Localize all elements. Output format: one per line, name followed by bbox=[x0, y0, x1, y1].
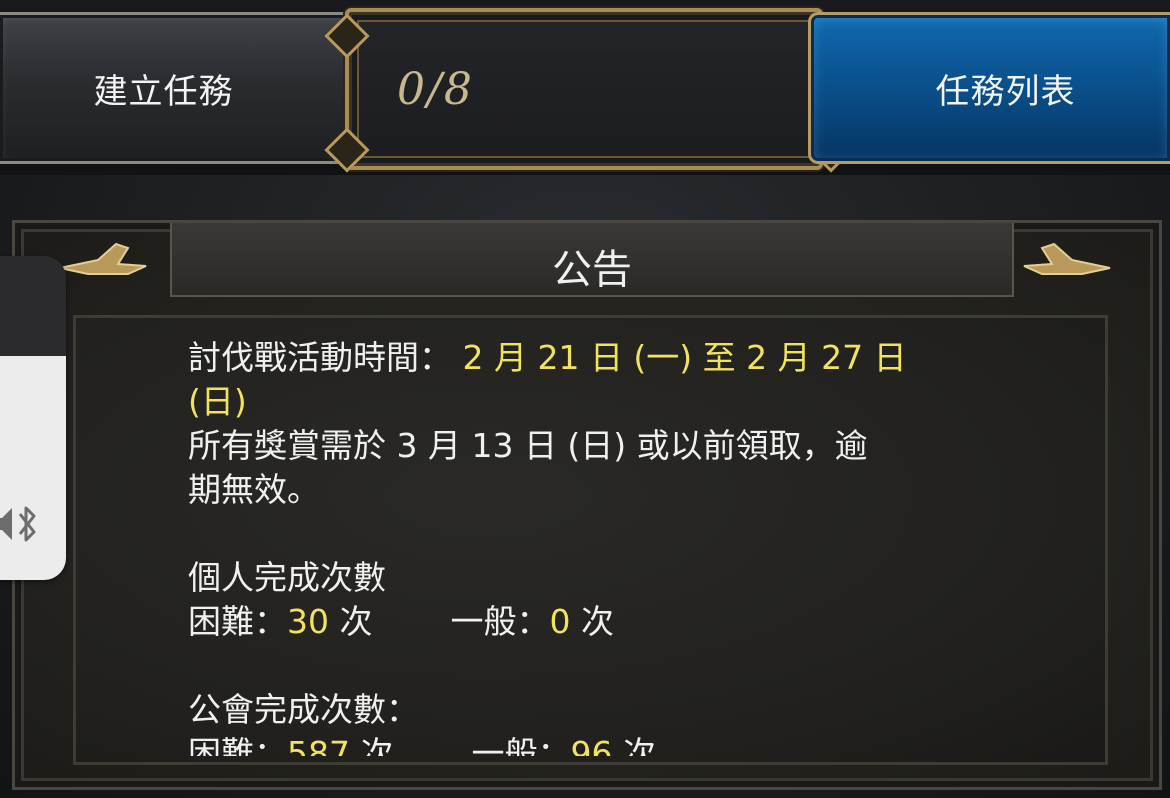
personal-normal-label: 一般： bbox=[450, 602, 550, 641]
reward-deadline-line: 所有獎賞需於 3 月 13 日 (日) 或以前領取，逾 bbox=[188, 426, 868, 465]
personal-heading: 個人完成次數 bbox=[188, 558, 386, 597]
gold-ornament-left-icon bbox=[59, 242, 147, 275]
task-list-button[interactable]: 任務列表 bbox=[808, 12, 1170, 164]
notice-header: 公告 bbox=[170, 223, 1014, 297]
guild-normal-label: 一般： bbox=[471, 734, 571, 756]
notice-content-panel[interactable]: 討伐戰活動時間： 2 月 21 日 (一) 至 2 月 27 日 (日) 所有獎… bbox=[73, 315, 1108, 765]
guild-heading: 公會完成次數： bbox=[188, 690, 419, 729]
event-time-value: 2 月 21 日 (一) 至 2 月 27 日 bbox=[452, 338, 907, 377]
guild-hard-value: 587 bbox=[287, 734, 350, 756]
bluetooth-icon bbox=[18, 506, 36, 542]
guild-hard-label: 困難： bbox=[188, 734, 287, 756]
guild-counts: 困難：587 次 一般：96 次 bbox=[188, 732, 1008, 756]
top-bar: 建立任務 0/8 任務列表 bbox=[0, 0, 1170, 175]
event-time-label: 討伐戰活動時間： bbox=[188, 338, 452, 377]
notice-board: 公告 討伐戰活動時間： 2 月 21 日 (一) 至 2 月 27 日 (日) … bbox=[12, 220, 1162, 790]
personal-normal-unit: 次 bbox=[570, 602, 614, 641]
personal-normal-value: 0 bbox=[549, 602, 571, 641]
reward-deadline-line-2: 期無效。 bbox=[188, 470, 320, 509]
side-pull-tab[interactable] bbox=[0, 256, 66, 580]
event-time-value-2: (日) bbox=[188, 382, 247, 421]
notice-text: 討伐戰活動時間： 2 月 21 日 (一) 至 2 月 27 日 (日) 所有獎… bbox=[188, 336, 1008, 756]
gold-ornament-right-icon bbox=[1023, 242, 1111, 275]
personal-counts: 困難：30 次一般：0 次 bbox=[188, 600, 1008, 644]
notice-title: 公告 bbox=[552, 247, 632, 293]
guild-hard-unit: 次 bbox=[350, 734, 394, 756]
personal-hard-unit: 次 bbox=[329, 602, 373, 641]
guild-normal-unit: 次 bbox=[612, 734, 656, 756]
event-time-line: 討伐戰活動時間： 2 月 21 日 (一) 至 2 月 27 日 bbox=[188, 336, 1008, 380]
guild-normal-value: 96 bbox=[570, 734, 613, 756]
create-task-label: 建立任務 bbox=[93, 71, 234, 112]
create-task-button[interactable]: 建立任務 bbox=[0, 12, 360, 164]
event-time-line-2: (日) bbox=[188, 380, 1008, 424]
speaker-icon bbox=[0, 508, 12, 540]
personal-hard-value: 30 bbox=[287, 602, 329, 641]
personal-hard-label: 困難： bbox=[188, 602, 287, 641]
progress-text: 0/8 bbox=[397, 64, 474, 115]
task-progress-counter: 0/8 bbox=[324, 8, 854, 173]
task-list-label: 任務列表 bbox=[935, 71, 1076, 112]
